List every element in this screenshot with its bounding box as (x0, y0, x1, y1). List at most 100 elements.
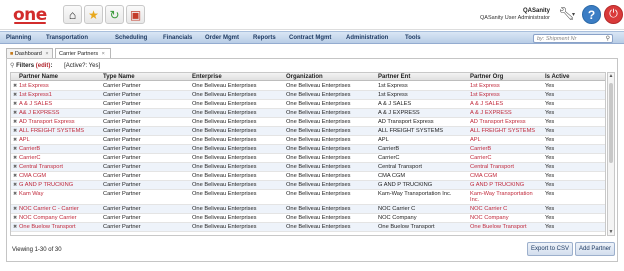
delete-row-icon[interactable]: ✖ (13, 155, 17, 161)
partner-name-cell[interactable]: G AND P TRUCKING (19, 182, 73, 188)
partner-name-cell[interactable]: A & J SALES (19, 101, 52, 107)
nav-reports[interactable]: Reports (253, 35, 276, 41)
table-row[interactable]: ✖ ALL FREIGHT SYSTEMS Carrier Partner One B… (11, 127, 605, 136)
partner-name-cell[interactable]: CarrierB (19, 146, 40, 152)
col-enterprise[interactable]: Enterprise (192, 74, 222, 80)
delete-row-icon[interactable]: ✖ (13, 146, 17, 152)
partner-name-cell[interactable]: AD Transport Express (19, 119, 75, 125)
table-row[interactable]: ✖ Central Transport Carrier Partner One Bel… (11, 163, 605, 172)
table-row[interactable]: ✖ CarrierC Carrier Partner One Beliveau Ent… (11, 154, 605, 163)
table-row[interactable]: ✖ NOC Carrier C - Carrier Carrier Partner O… (11, 205, 605, 214)
delete-row-icon[interactable]: ✖ (13, 83, 17, 89)
partner-name-cell[interactable]: NOC Carrier C - Carrier (19, 206, 79, 212)
filters-edit-link[interactable]: (edit) (36, 63, 51, 69)
table-row[interactable]: ✖ G AND P TRUCKING Carrier Partner One Beli… (11, 181, 605, 190)
table-row[interactable]: ✖ AD Transport Express Carrier Partner One … (11, 118, 605, 127)
nav-tools[interactable]: Tools (405, 35, 421, 41)
table-row[interactable]: ✖ APL Carrier Partner One Beliveau Enterpri… (11, 136, 605, 145)
nav-contract-mgmt[interactable]: Contract Mgmt (289, 35, 331, 41)
partner-name-cell[interactable]: CarrierC (19, 155, 41, 161)
col-partner-org[interactable]: Partner Org (470, 74, 503, 80)
table-row[interactable]: ✖ CarrierB Carrier Partner One Beliveau Ent… (11, 145, 605, 154)
partner-org-cell[interactable]: A & J SALES (470, 101, 503, 107)
table-row[interactable]: ✖ 1st Express Carrier Partner One Beliveau … (11, 82, 605, 91)
help-icon[interactable]: ? (582, 5, 601, 24)
partner-name-cell[interactable]: 1st Express1 (19, 92, 52, 98)
partner-name-cell[interactable]: Kam Way (19, 191, 43, 197)
table-row[interactable]: ✖ Kam Way Carrier Partner One Beliveau Ente… (11, 190, 605, 205)
partner-name-cell[interactable]: ALL FREIGHT SYSTEMS (19, 128, 84, 134)
partner-name-cell[interactable]: 1st Express (19, 83, 49, 89)
power-icon[interactable]: ⏻ (604, 5, 623, 24)
nav-order-mgmt[interactable]: Order Mgmt (205, 35, 239, 41)
table-row[interactable]: ✖ A & J SALES Carrier Partner One Beliveau … (11, 100, 605, 109)
partner-name-cell[interactable]: A& J EXPRESS (19, 110, 59, 116)
table-row[interactable]: ✖ One Buelow Transport Carrier Partner One … (11, 223, 605, 232)
table-row[interactable]: ✖ NOC Company Carrier Carrier Partner One B… (11, 214, 605, 223)
refresh-icon[interactable]: ↻ (105, 5, 124, 24)
nav-transportation[interactable]: Transportation (46, 35, 88, 41)
delete-row-icon[interactable]: ✖ (13, 110, 17, 116)
close-icon[interactable]: × (45, 51, 48, 57)
partner-name-cell[interactable]: CMA CGM (19, 173, 46, 179)
col-organization[interactable]: Organization (286, 74, 323, 80)
tab-dashboard[interactable]: ■ Dashboard × (6, 48, 53, 58)
col-is-active[interactable]: Is Active (545, 74, 569, 80)
partner-org-cell[interactable]: G AND P TRUCKING (470, 182, 524, 188)
favorites-icon[interactable]: ★ (84, 5, 103, 24)
close-icon[interactable]: × (102, 51, 105, 57)
nav-planning[interactable]: Planning (6, 35, 31, 41)
partner-name-cell[interactable]: APL (19, 137, 30, 143)
partner-org-cell[interactable]: 1st Express (470, 83, 500, 89)
table-row[interactable]: ✖ CMA CGM Carrier Partner One Beliveau Ente… (11, 172, 605, 181)
scroll-up-icon[interactable]: ▲ (608, 73, 614, 79)
partner-org-cell[interactable]: One Buelow Transport (470, 224, 527, 230)
table-scrollbar[interactable]: ▲ ▼ (607, 72, 615, 236)
delete-row-icon[interactable]: ✖ (13, 191, 17, 197)
partner-name-cell[interactable]: One Buelow Transport (19, 224, 76, 230)
delete-row-icon[interactable]: ✖ (13, 182, 17, 188)
delete-row-icon[interactable]: ✖ (13, 224, 17, 230)
partner-org-cell[interactable]: CMA CGM (470, 173, 497, 179)
delete-row-icon[interactable]: ✖ (13, 215, 17, 221)
nav-scheduling[interactable]: Scheduling (115, 35, 147, 41)
chevron-down-icon[interactable]: ▾ (572, 11, 575, 18)
shipment-search-input[interactable]: by: Shipment Nr ⚲ (533, 34, 613, 43)
presentation-icon[interactable]: ▣ (126, 5, 145, 24)
delete-row-icon[interactable]: ✖ (13, 92, 17, 98)
delete-row-icon[interactable]: ✖ (13, 119, 17, 125)
partner-org-cell[interactable]: Kam-Way Transportation Inc. (470, 191, 540, 203)
scroll-thumb[interactable] (609, 83, 613, 163)
partner-name-cell[interactable]: Central Transport (19, 164, 63, 170)
add-partner-button[interactable]: Add Partner (575, 242, 615, 256)
delete-row-icon[interactable]: ✖ (13, 101, 17, 107)
nav-administration[interactable]: Administration (346, 35, 388, 41)
partner-name-cell[interactable]: NOC Company Carrier (19, 215, 77, 221)
delete-row-icon[interactable]: ✖ (13, 137, 17, 143)
partner-org-cell[interactable]: NOC Company (470, 215, 509, 221)
home-icon[interactable]: ⌂ (63, 5, 82, 24)
col-partner-ent[interactable]: Partner Ent (378, 74, 410, 80)
nav-financials[interactable]: Financials (163, 35, 192, 41)
table-row[interactable]: ✖ A& J EXPRESS Carrier Partner One Beliveau… (11, 109, 605, 118)
partner-org-cell[interactable]: NOC Carrier C (470, 206, 507, 212)
delete-row-icon[interactable]: ✖ (13, 128, 17, 134)
partner-org-cell[interactable]: A & J EXPRESS (470, 110, 512, 116)
delete-row-icon[interactable]: ✖ (13, 173, 17, 179)
table-row[interactable]: ✖ 1st Express1 Carrier Partner One Beliveau… (11, 91, 605, 100)
col-partner-name[interactable]: Partner Name (19, 74, 58, 80)
scroll-down-icon[interactable]: ▼ (608, 229, 614, 235)
partner-org-cell[interactable]: 1st Express (470, 92, 500, 98)
delete-row-icon[interactable]: ✖ (13, 164, 17, 170)
partner-org-cell[interactable]: CarrierB (470, 146, 491, 152)
partner-org-cell[interactable]: AD Transport Express (470, 119, 526, 125)
delete-row-icon[interactable]: ✖ (13, 206, 17, 212)
tab-carrier-partners[interactable]: Carrier Partners × (55, 48, 111, 58)
export-csv-button[interactable]: Export to CSV (527, 242, 573, 256)
partner-org-cell[interactable]: ALL FREIGHT SYSTEMS (470, 128, 535, 134)
partner-org-cell[interactable]: Central Transport (470, 164, 514, 170)
search-icon[interactable]: ⚲ (606, 36, 610, 42)
partner-org-cell[interactable]: APL (470, 137, 481, 143)
partner-org-cell[interactable]: CarrierC (470, 155, 492, 161)
col-type-name[interactable]: Type Name (103, 74, 135, 80)
